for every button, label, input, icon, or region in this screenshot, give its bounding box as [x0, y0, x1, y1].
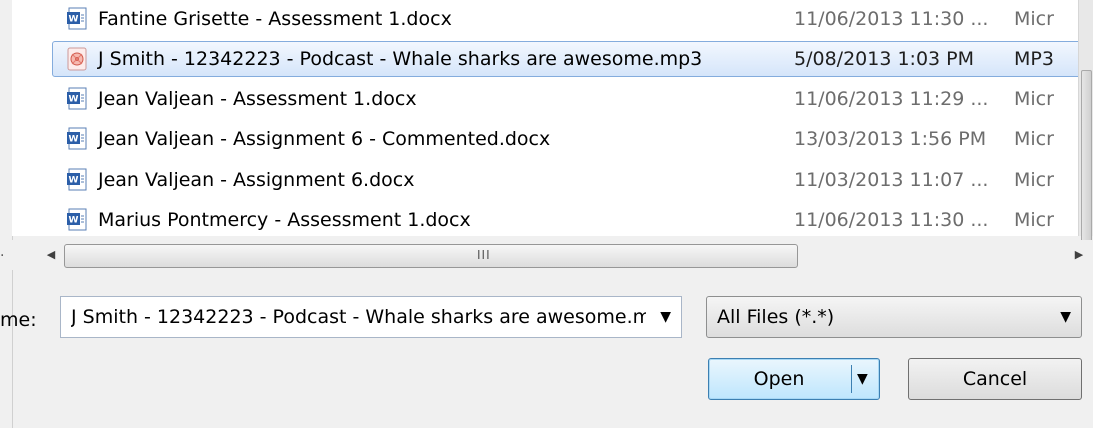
- file-list-row[interactable]: J Smith - 12342223 - Podcast - Whale sha…: [12, 40, 1093, 78]
- file-name-cell: Jean Valjean - Assessment 1.docx: [98, 88, 417, 110]
- file-list-row[interactable]: W Marius Pontmercy - Assessment 1.docx 11/…: [12, 201, 1093, 236]
- file-name-cell: Marius Pontmercy - Assessment 1.docx: [98, 209, 471, 231]
- horizontal-scrollbar-thumb[interactable]: III: [64, 244, 798, 268]
- word-document-icon: W: [66, 126, 88, 150]
- file-name-cell: J Smith - 12342223 - Podcast - Whale sha…: [98, 48, 703, 70]
- svg-text:W: W: [69, 15, 79, 25]
- open-file-dialog: W Fantine Grisette - Assessment 1.docx 11/…: [0, 0, 1093, 428]
- date-modified-cell: 11/03/2013 11:07 ...: [794, 169, 989, 191]
- svg-text:W: W: [69, 176, 79, 186]
- word-document-icon: W: [66, 207, 88, 231]
- chevron-down-icon[interactable]: ▼: [660, 297, 671, 337]
- date-modified-cell: 13/03/2013 1:56 PM: [794, 128, 987, 150]
- chevron-down-icon[interactable]: ▼: [1060, 297, 1071, 337]
- file-type-cell: Micr: [1014, 128, 1054, 150]
- date-modified-cell: 11/06/2013 11:30 ...: [794, 209, 989, 231]
- date-modified-cell: 11/06/2013 11:29 ...: [794, 88, 989, 110]
- file-type-cell: Micr: [1014, 209, 1054, 231]
- vertical-scrollbar-thumb[interactable]: [1081, 70, 1092, 242]
- file-name-cell: Jean Valjean - Assignment 6 - Commented.…: [98, 128, 551, 150]
- scrollbar-grip-icon: III: [477, 248, 491, 262]
- file-name-value[interactable]: J Smith - 12342223 - Podcast - Whale sha…: [71, 297, 646, 337]
- split-divider: [851, 365, 852, 393]
- cancel-button-label[interactable]: Cancel: [909, 359, 1081, 399]
- word-document-icon: W: [66, 167, 88, 191]
- date-modified-cell: 5/08/2013 1:03 PM: [794, 48, 975, 70]
- date-modified-cell: 11/06/2013 11:30 ...: [794, 8, 989, 30]
- open-button-label[interactable]: Open: [709, 359, 849, 399]
- open-options-arrow-icon[interactable]: ▼: [857, 359, 868, 399]
- file-type-cell: MP3: [1014, 48, 1054, 70]
- cancel-button[interactable]: Cancel: [908, 358, 1082, 400]
- file-name-combobox[interactable]: J Smith - 12342223 - Podcast - Whale sha…: [60, 296, 682, 338]
- scroll-left-arrow-icon[interactable]: ◀: [40, 244, 62, 266]
- scroll-right-arrow-icon[interactable]: ▶: [1068, 244, 1090, 266]
- file-type-dropdown[interactable]: All Files (*.*) ▼: [706, 296, 1082, 338]
- open-button[interactable]: Open ▼: [708, 358, 880, 400]
- audio-file-icon: [66, 46, 88, 71]
- svg-text:W: W: [69, 135, 79, 145]
- file-type-value: All Files (*.*): [717, 306, 835, 328]
- file-list-row[interactable]: W Jean Valjean - Assignment 6 - Commented…: [12, 120, 1093, 158]
- file-name-cell: Jean Valjean - Assignment 6.docx: [98, 169, 415, 191]
- svg-text:W: W: [69, 95, 79, 105]
- word-document-icon: W: [66, 6, 88, 30]
- file-list-row[interactable]: W Jean Valjean - Assessment 1.docx 11/06/2…: [12, 80, 1093, 118]
- vertical-scrollbar[interactable]: [1078, 0, 1093, 242]
- file-list-row[interactable]: W Fantine Grisette - Assessment 1.docx 11/…: [12, 0, 1093, 38]
- pane-divider-mark: ·: [0, 248, 5, 264]
- svg-text:W: W: [69, 216, 79, 226]
- file-name-label: me:: [0, 309, 37, 331]
- file-name-cell: Fantine Grisette - Assessment 1.docx: [98, 8, 452, 30]
- file-type-cell: Micr: [1014, 8, 1054, 30]
- horizontal-scrollbar[interactable]: ◀ III ▶: [12, 240, 1093, 270]
- word-document-icon: W: [66, 86, 88, 110]
- file-list-row[interactable]: W Jean Valjean - Assignment 6.docx 11/03/2…: [12, 161, 1093, 199]
- file-type-cell: Micr: [1014, 169, 1054, 191]
- file-list[interactable]: W Fantine Grisette - Assessment 1.docx 11/…: [12, 0, 1093, 236]
- file-type-cell: Micr: [1014, 88, 1054, 110]
